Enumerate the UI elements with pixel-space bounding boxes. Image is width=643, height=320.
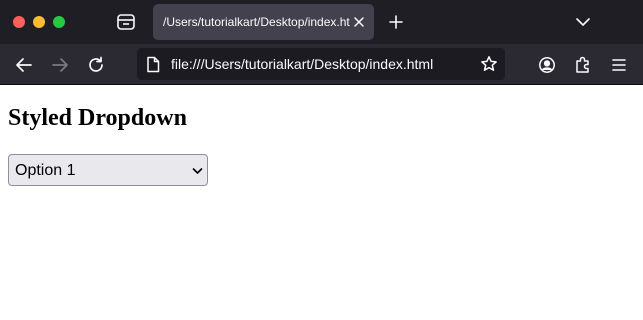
page-content: Styled Dropdown Option 1 [0, 86, 643, 320]
page-icon [145, 56, 161, 73]
tab-title: /Users/tutorialkart/Desktop/index.html [163, 15, 350, 29]
bookmark-star-icon[interactable] [480, 55, 498, 73]
options-dropdown[interactable]: Option 1 [8, 154, 208, 186]
title-bar: /Users/tutorialkart/Desktop/index.html [0, 0, 643, 44]
minimize-icon[interactable] [33, 16, 45, 28]
menu-icon[interactable] [611, 58, 627, 72]
account-icon[interactable] [538, 56, 556, 74]
active-tab[interactable]: /Users/tutorialkart/Desktop/index.html [153, 4, 374, 40]
list-all-tabs-icon[interactable] [575, 16, 591, 28]
extensions-icon[interactable] [574, 55, 592, 74]
page-title: Styled Dropdown [8, 105, 187, 131]
zoom-icon[interactable] [53, 16, 65, 28]
navigation-toolbar: file:///Users/tutorialkart/Desktop/index… [0, 44, 643, 85]
address-bar[interactable]: file:///Users/tutorialkart/Desktop/index… [137, 48, 505, 80]
tab-close-icon[interactable] [352, 15, 366, 29]
url-text[interactable]: file:///Users/tutorialkart/Desktop/index… [171, 56, 471, 72]
reload-icon[interactable] [87, 56, 105, 74]
chevron-down-icon [192, 167, 203, 175]
forward-icon[interactable] [51, 56, 69, 74]
back-icon[interactable] [15, 56, 33, 74]
tab-manager-icon[interactable] [116, 13, 136, 31]
new-tab-icon[interactable] [388, 14, 404, 30]
close-icon[interactable] [13, 16, 25, 28]
dropdown-selected-value: Option 1 [15, 162, 76, 179]
